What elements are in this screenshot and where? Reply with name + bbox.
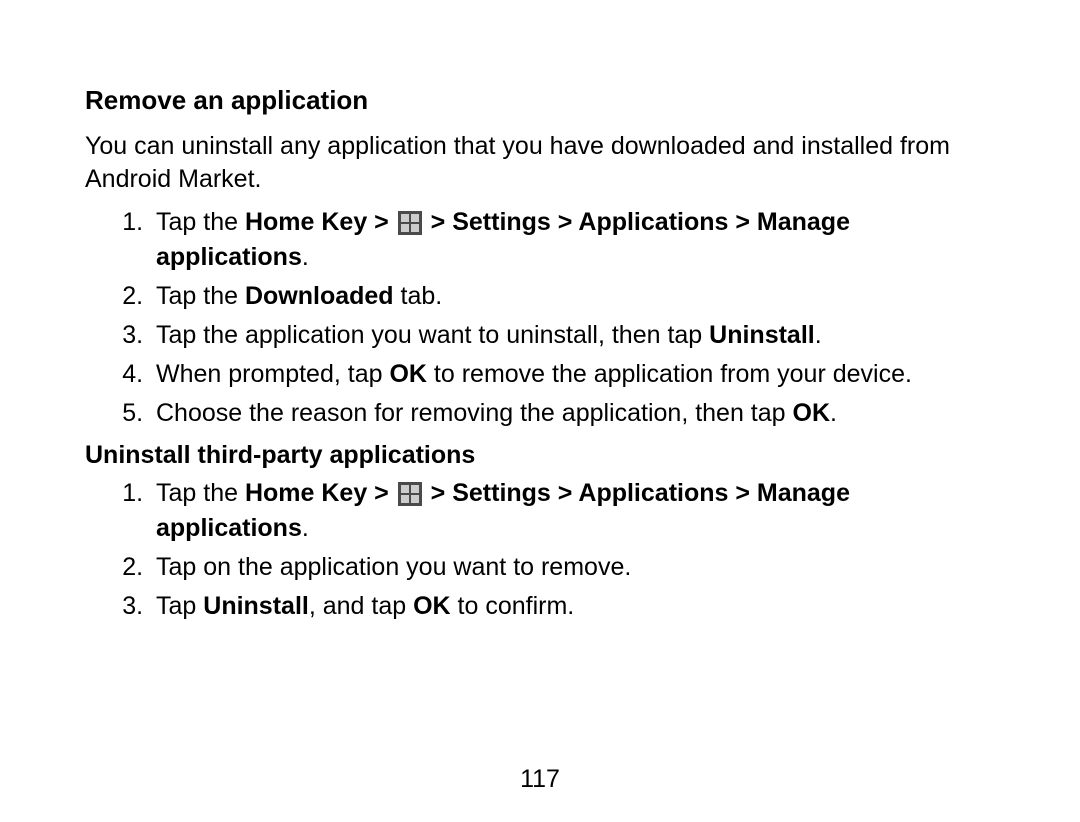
- document-page: Remove an application You can uninstall …: [0, 0, 1080, 624]
- step-bold: Uninstall: [203, 592, 309, 620]
- intro-paragraph: You can uninstall any application that y…: [85, 130, 1000, 195]
- step-text: Tap the: [156, 208, 245, 236]
- step-text: Tap the: [156, 282, 245, 310]
- step-item: When prompted, tap OK to remove the appl…: [150, 357, 1000, 392]
- steps-list-1: Tap the Home Key > > Settings > Applicat…: [85, 205, 1000, 431]
- step-bold: Uninstall: [709, 321, 815, 349]
- page-number: 117: [0, 765, 1080, 794]
- step-item: Tap Uninstall, and tap OK to confirm.: [150, 589, 1000, 624]
- step-text: , and tap: [309, 592, 413, 620]
- apps-drawer-icon: [398, 482, 422, 506]
- subsection-heading: Uninstall third-party applications: [85, 441, 1000, 470]
- step-item: Tap the application you want to uninstal…: [150, 318, 1000, 353]
- step-text: .: [830, 399, 837, 427]
- step-text: Tap the application you want to uninstal…: [156, 321, 709, 349]
- step-bold: Downloaded: [245, 282, 394, 310]
- step-text: Choose the reason for removing the appli…: [156, 399, 793, 427]
- step-text: tab.: [394, 282, 443, 310]
- step-bold: Home Key >: [245, 208, 396, 236]
- step-item: Tap the Home Key > > Settings > Applicat…: [150, 476, 1000, 546]
- step-bold: OK: [389, 360, 427, 388]
- step-item: Tap the Home Key > > Settings > Applicat…: [150, 205, 1000, 275]
- step-text: .: [815, 321, 822, 349]
- step-text: Tap the: [156, 479, 245, 507]
- step-text: to remove the application from your devi…: [427, 360, 912, 388]
- section-heading: Remove an application: [85, 85, 1000, 116]
- step-text: .: [302, 243, 309, 271]
- apps-drawer-icon: [398, 211, 422, 235]
- step-item: Choose the reason for removing the appli…: [150, 396, 1000, 431]
- step-text: Tap: [156, 592, 203, 620]
- step-bold: OK: [793, 399, 831, 427]
- step-text: When prompted, tap: [156, 360, 389, 388]
- step-text: .: [302, 514, 309, 542]
- step-item: Tap on the application you want to remov…: [150, 550, 1000, 585]
- step-item: Tap the Downloaded tab.: [150, 279, 1000, 314]
- step-text: Tap on the application you want to remov…: [156, 553, 631, 581]
- step-bold: Home Key >: [245, 479, 396, 507]
- step-bold: OK: [413, 592, 451, 620]
- steps-list-2: Tap the Home Key > > Settings > Applicat…: [85, 476, 1000, 624]
- step-text: to confirm.: [451, 592, 575, 620]
